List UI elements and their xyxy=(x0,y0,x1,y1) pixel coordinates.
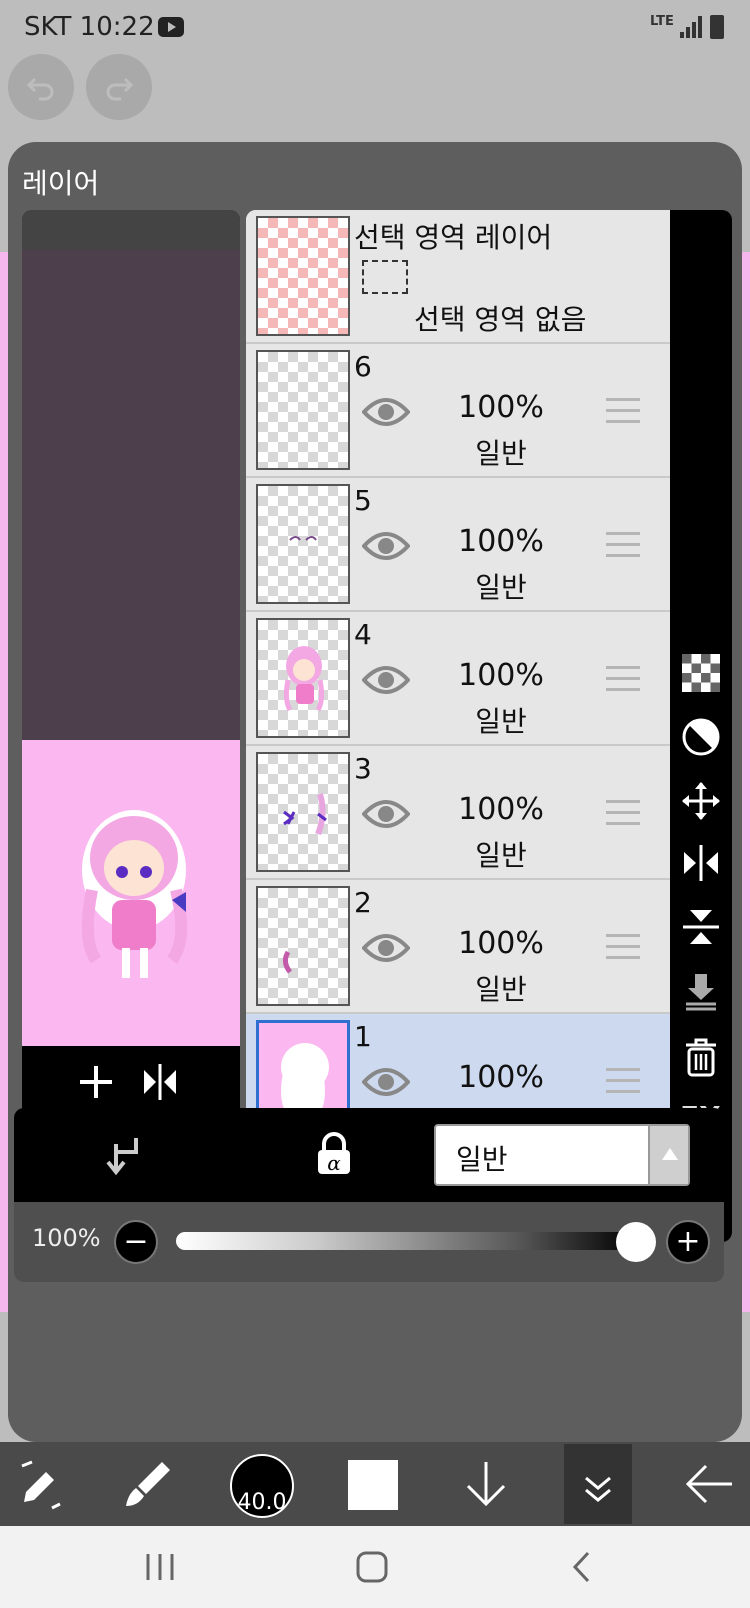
visibility-eye-icon[interactable] xyxy=(362,662,410,698)
preview-viewport xyxy=(22,210,240,740)
svg-text:α: α xyxy=(327,1151,341,1175)
opacity-slider-knob[interactable] xyxy=(616,1222,656,1262)
flip-vertical-icon[interactable] xyxy=(680,906,722,948)
layer-opacity: 100% xyxy=(458,1060,544,1095)
selection-layer-row[interactable]: 선택 영역 레이어 선택 영역 없음 xyxy=(246,210,670,344)
drag-handle-icon[interactable] xyxy=(606,1068,640,1094)
brush-size-value: 40.0 xyxy=(237,1490,287,1515)
redo-button[interactable] xyxy=(86,54,152,120)
layer-number: 5 xyxy=(354,484,372,517)
layer-blend-mode: 일반 xyxy=(475,437,527,470)
transparency-checker-icon[interactable] xyxy=(680,652,722,694)
layer-thumbnail xyxy=(256,752,350,872)
preview-thumbnail xyxy=(22,740,240,1046)
opacity-label: 100% xyxy=(32,1224,101,1252)
merge-down-icon[interactable] xyxy=(680,970,722,1012)
character-drawing xyxy=(81,810,188,978)
visibility-eye-icon[interactable] xyxy=(362,930,410,966)
opacity-decrease-button[interactable]: − xyxy=(114,1220,158,1264)
layer-opacity: 100% xyxy=(458,524,544,559)
layer-thumbnail xyxy=(256,350,350,470)
layer-blend-mode: 일반 xyxy=(475,973,527,1006)
adjust-contrast-icon[interactable] xyxy=(680,716,722,758)
signal-icon xyxy=(680,16,704,38)
recent-apps-icon[interactable] xyxy=(140,1550,180,1584)
layer-number: 4 xyxy=(354,618,372,651)
double-chevron-down-icon xyxy=(585,1476,611,1502)
drag-handle-icon[interactable] xyxy=(606,666,640,692)
arrow-down-icon[interactable] xyxy=(456,1454,516,1514)
brush-size-button[interactable]: 40.0 xyxy=(230,1454,294,1518)
layer-thumbnail xyxy=(256,886,350,1006)
visibility-eye-icon[interactable] xyxy=(362,528,410,564)
layer-blend-mode: 일반 xyxy=(475,839,527,872)
back-arrow-icon[interactable] xyxy=(680,1454,740,1514)
status-bar: SKT 10:22 LTE xyxy=(0,0,750,56)
selection-layer-title: 선택 영역 레이어 xyxy=(354,221,553,254)
layer-blend-mode: 일반 xyxy=(475,705,527,738)
drag-handle-icon[interactable] xyxy=(606,800,640,826)
system-nav-bar xyxy=(0,1526,750,1608)
selection-marquee-icon xyxy=(362,260,408,294)
carrier-time: SKT 10:22 xyxy=(24,12,155,42)
clipping-icon[interactable] xyxy=(100,1130,148,1178)
layer-opacity: 100% xyxy=(458,390,544,425)
layer-opacity: 100% xyxy=(458,658,544,693)
layer-tools-column: FX xyxy=(670,210,732,1242)
tool-switch-icon[interactable] xyxy=(12,1454,72,1514)
canvas-preview[interactable] xyxy=(22,210,240,1242)
dropdown-arrow-icon[interactable] xyxy=(648,1126,688,1184)
blend-mode-select[interactable]: 일반 xyxy=(434,1124,690,1186)
add-layer-button[interactable] xyxy=(74,1060,118,1104)
layer-number: 1 xyxy=(354,1020,372,1053)
drag-handle-icon[interactable] xyxy=(606,934,640,960)
blend-mode-bar: α 일반 xyxy=(14,1108,724,1202)
layer-row-3[interactable]: 3 100% 일반 xyxy=(246,746,670,880)
layer-list: 선택 영역 레이어 선택 영역 없음 6 100% 일반 5 100% 일반 4… xyxy=(246,210,670,1242)
layer-number: 6 xyxy=(354,350,372,383)
undo-button[interactable] xyxy=(8,54,74,120)
battery-icon xyxy=(710,15,724,39)
visibility-eye-icon[interactable] xyxy=(362,796,410,832)
layer-thumbnail xyxy=(256,216,350,336)
opacity-bar: 100% − + xyxy=(14,1202,724,1282)
layer-thumbnail xyxy=(256,484,350,604)
alpha-lock-icon[interactable]: α xyxy=(310,1130,358,1178)
layer-number: 2 xyxy=(354,886,372,919)
drag-handle-icon[interactable] xyxy=(606,532,640,558)
bottom-toolbar: 40.0 xyxy=(0,1442,750,1526)
layer-menu-button[interactable] xyxy=(564,1444,632,1524)
opacity-increase-button[interactable]: + xyxy=(666,1220,710,1264)
panel-title: 레이어 xyxy=(22,167,100,200)
undo-icon xyxy=(26,77,54,101)
layer-row-6[interactable]: 6 100% 일반 xyxy=(246,344,670,478)
layer-opacity: 100% xyxy=(458,926,544,961)
drag-handle-icon[interactable] xyxy=(606,398,640,424)
network-label: LTE xyxy=(650,14,674,29)
youtube-icon xyxy=(158,17,184,37)
blend-mode-value: 일반 xyxy=(456,1143,508,1176)
layer-row-2[interactable]: 2 100% 일반 xyxy=(246,880,670,1014)
color-picker-button[interactable] xyxy=(348,1460,398,1510)
flip-horizontal-icon[interactable] xyxy=(680,842,722,884)
selection-status: 선택 영역 없음 xyxy=(414,303,587,336)
layer-blend-mode: 일반 xyxy=(475,571,527,604)
delete-layer-icon[interactable] xyxy=(680,1036,722,1078)
layer-row-4[interactable]: 4 100% 일반 xyxy=(246,612,670,746)
layer-row-5[interactable]: 5 100% 일반 xyxy=(246,478,670,612)
visibility-eye-icon[interactable] xyxy=(362,394,410,430)
layer-opacity: 100% xyxy=(458,792,544,827)
move-icon[interactable] xyxy=(680,780,722,822)
brush-tool-icon[interactable] xyxy=(118,1454,178,1514)
flip-horizontal-button[interactable] xyxy=(138,1060,182,1104)
layer-number: 3 xyxy=(354,752,372,785)
layer-thumbnail xyxy=(256,618,350,738)
back-icon[interactable] xyxy=(566,1548,598,1586)
visibility-eye-icon[interactable] xyxy=(362,1064,410,1100)
home-icon[interactable] xyxy=(352,1548,392,1586)
opacity-slider-track[interactable] xyxy=(176,1232,636,1250)
redo-icon xyxy=(106,77,134,101)
